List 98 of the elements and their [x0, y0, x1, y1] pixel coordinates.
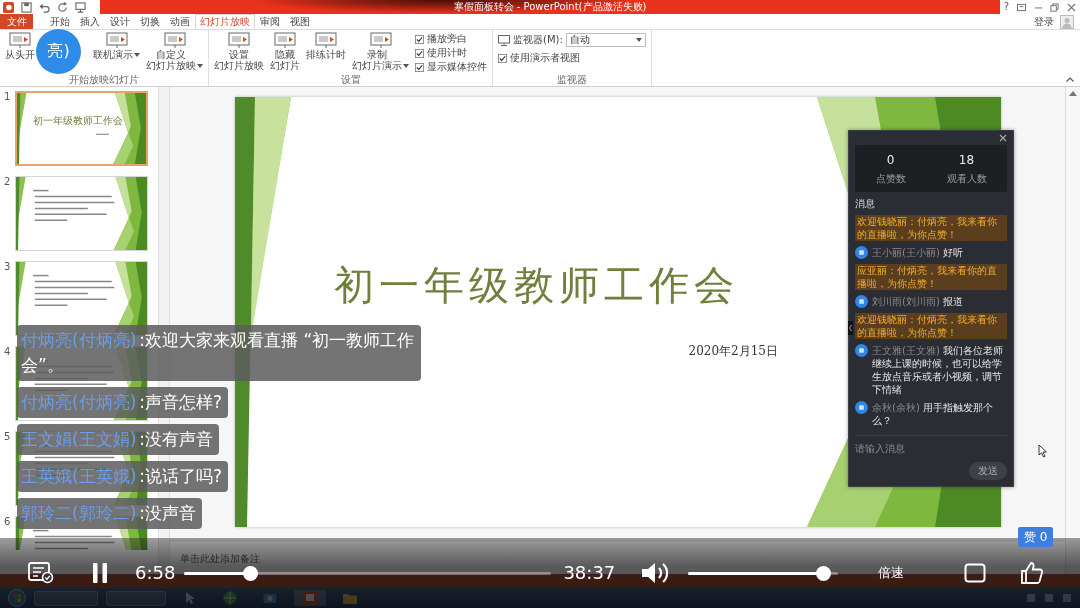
collapse-ribbon-icon[interactable]	[1066, 77, 1074, 82]
monitor-dropdown[interactable]: 自动	[565, 33, 646, 47]
checkbox-label: 使用演示者视图	[510, 52, 580, 64]
system-message: 欢迎钱晓丽：付炳亮，我来看你的直播啦，为你点赞！	[855, 313, 1007, 339]
sign-in-link[interactable]: 登录	[1028, 14, 1060, 29]
checkbox[interactable]	[415, 34, 424, 44]
close-icon[interactable]	[999, 134, 1007, 142]
slide-title: 初一年级教师工作会	[333, 261, 739, 309]
checkbox-label: 播放旁白	[427, 33, 467, 45]
repeat-icon[interactable]	[57, 1, 68, 13]
undo-icon[interactable]	[39, 1, 50, 13]
group-label: 开始放映幻灯片	[68, 74, 140, 86]
presentation-icon[interactable]	[75, 1, 86, 13]
chat-list-icon[interactable]	[28, 562, 54, 584]
ribbon-button[interactable]: 隐藏 幻灯片	[270, 32, 300, 71]
mouse-pointer-icon	[1038, 444, 1048, 458]
stat-label: 观看人数	[946, 173, 987, 185]
ribbon-tab[interactable]: 切换	[135, 14, 165, 29]
field-label: 监视器(M):	[513, 34, 563, 46]
checkbox-label: 使用计时	[427, 47, 467, 59]
monitor-icon	[498, 34, 510, 46]
slide-thumbnail[interactable]: 初一年级教师工作会	[15, 91, 148, 166]
ribbon-button[interactable]: 设置 幻灯片放映	[214, 32, 264, 71]
ribbon-button[interactable]: 排练计时	[306, 32, 346, 60]
current-time: 6:58	[135, 562, 176, 584]
ribbon-tab[interactable]: 幻灯片放映	[195, 14, 255, 29]
window-title: 寒假面板转会 - PowerPoint(产品激活失败)	[453, 0, 647, 14]
total-time: 38:37	[563, 562, 616, 584]
slideshow-icon	[315, 32, 337, 48]
ribbon-tab[interactable]: 动画	[165, 14, 195, 29]
text-placeholder-line	[95, 133, 110, 135]
stat-label: 点赞数	[875, 173, 906, 185]
group-label: 设置	[339, 74, 362, 86]
scroll-up-icon[interactable]	[1069, 91, 1077, 96]
ribbon-tab[interactable]: 开始	[45, 14, 75, 29]
restore-icon[interactable]	[1050, 2, 1060, 12]
caret-icon	[197, 64, 203, 68]
slide-number: 3	[3, 261, 12, 273]
ribbon-button[interactable]: 联机演示	[93, 32, 140, 60]
ribbon-tab[interactable]: 审阅	[255, 14, 285, 29]
volume-icon[interactable]	[640, 561, 671, 585]
stat-value: 0	[886, 153, 895, 167]
slide-number: 1	[3, 91, 12, 103]
checkbox[interactable]	[498, 53, 507, 63]
ribbon-tab[interactable]: 设计	[105, 14, 135, 29]
slide-thumbnail[interactable]	[15, 176, 148, 251]
chat-message-toast: 王文娟(王文娟) :没有声音	[17, 424, 219, 455]
like-counter[interactable]: 赞 0	[1018, 527, 1054, 547]
thumbs-up-icon[interactable]	[1020, 561, 1045, 585]
caret-icon	[134, 53, 140, 57]
section-heading: 消息	[855, 198, 875, 210]
close-icon[interactable]	[1067, 2, 1077, 12]
chat-message-toast: 付炳亮(付炳亮) :欢迎大家来观看直播 “初一教师工作会”。	[17, 325, 421, 381]
slide-date: 2020年2月15日	[688, 343, 778, 359]
slideshow-icon	[369, 32, 392, 48]
user-message: 王小丽(王小丽) 好听	[872, 246, 963, 259]
group-label: 监视器	[555, 74, 588, 86]
caret-icon	[403, 64, 409, 68]
ribbon-display-icon[interactable]	[1016, 2, 1026, 12]
ribbon-tab[interactable]: 插入	[75, 14, 105, 29]
slide-number: 6	[3, 516, 12, 528]
ribbon-button[interactable]: 自定义 幻灯片放映	[146, 32, 203, 71]
ribbon-tab[interactable]: 文件	[0, 14, 33, 29]
caret-icon	[635, 38, 642, 42]
slideshow-icon	[9, 32, 31, 48]
system-message: 应亚丽：付炳亮，我来看你的直播啦，为你点赞！	[855, 264, 1007, 290]
slideshow-icon	[274, 32, 296, 48]
frame-icon[interactable]	[964, 563, 987, 583]
ribbon-button[interactable]: 录制 幻灯片演示	[352, 32, 409, 71]
save-icon[interactable]	[21, 1, 32, 13]
chat-message-toast: 付炳亮(付炳亮) :声音怎样?	[17, 387, 229, 418]
user-message: 刘川雨(刘川雨) 报道	[872, 295, 963, 308]
send-button[interactable]: 发送	[969, 462, 1007, 480]
ribbon-tab[interactable]: 视图	[285, 14, 315, 29]
slide-number: 5	[3, 431, 12, 443]
thumbnail-title: 初一年级教师工作会	[33, 115, 123, 127]
checkbox[interactable]	[415, 62, 424, 72]
start-orb-icon[interactable]	[8, 589, 26, 607]
pause-icon[interactable]	[92, 562, 108, 584]
slide-number: 2	[3, 176, 12, 188]
user-message: 王文雅(王文雅) 我们各位老师继续上课的时候，也可以给学生放点音乐或者小视频，调节下情绪	[872, 344, 1004, 396]
speed-button[interactable]: 倍速	[878, 565, 905, 581]
scrollbar[interactable]	[1065, 87, 1080, 574]
user-message: 余秋(余秋) 用手指触发那个么？	[872, 401, 994, 427]
slide-decoration	[17, 93, 27, 164]
chat-message-toast: 郭玲二(郭玲二) :没声音	[17, 498, 202, 529]
checkbox[interactable]	[415, 48, 424, 58]
ribbon-button[interactable]: 从头开	[5, 32, 35, 60]
slideshow-icon	[228, 32, 250, 48]
system-message: 欢迎钱晓丽：付炳亮，我来看你的直播啦，为你点赞！	[855, 215, 1007, 241]
checkbox-label: 显示媒体控件	[427, 61, 487, 73]
chat-message-toast: 王英娥(王英娥) :说话了吗?	[17, 461, 229, 492]
slideshow-icon	[105, 32, 128, 48]
stat-value: 18	[958, 153, 975, 167]
slide-number: 4	[3, 346, 12, 358]
help-button[interactable]: ?	[1003, 1, 1010, 13]
slide-decoration	[113, 93, 146, 164]
slideshow-icon	[163, 32, 186, 48]
